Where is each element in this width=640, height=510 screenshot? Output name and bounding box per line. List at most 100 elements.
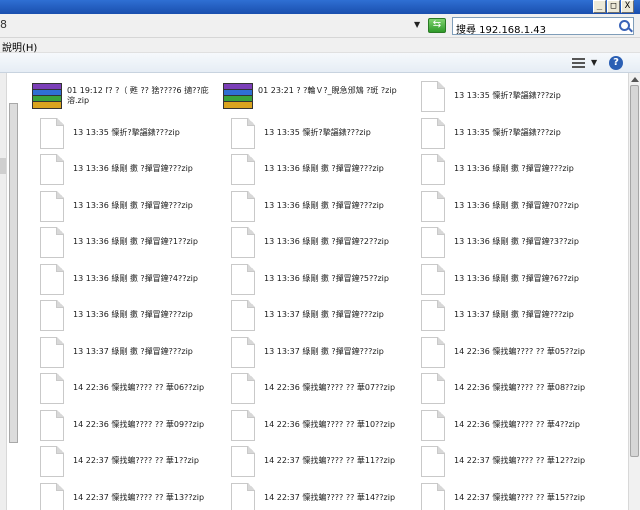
file-icon [231, 373, 255, 404]
file-item[interactable]: 14 22:36 懍找蝙???? ?? 華06??zip [40, 373, 230, 407]
file-name: 13 13:37 綠剛 擻 ?撣冒鍷???zip [264, 310, 384, 319]
title-bar: _ □ X [0, 0, 640, 14]
file-item[interactable]: 14 22:37 懍找蝙???? ?? 華12??zip [421, 446, 611, 480]
menu-help[interactable]: 說明(H) [2, 39, 37, 54]
file-name: 14 22:37 懍找蝙???? ?? 華15??zip [454, 492, 586, 502]
file-name: 13 13:36 綠剛 擻 ?撣冒鍷?5??zip [264, 273, 389, 283]
file-item[interactable]: 13 13:35 懍折?摯諨錶???zip [40, 117, 230, 152]
help-icon[interactable]: ? [609, 56, 623, 70]
file-name: 14 22:36 懍找蝙???? ?? 華05??zip [454, 346, 586, 356]
file-name: 14 22:36 懍找蝙???? ?? 華4??zip [454, 419, 580, 429]
file-name: 13 13:35 懍折?摯諨錶???zip [454, 91, 561, 100]
command-bar: ▼ ? [0, 53, 640, 73]
file-item[interactable]: 13 13:36 綠剛 擻 ?撣冒鍷?0??zip [421, 190, 611, 225]
file-name: 14 22:37 懍找蝙???? ?? 華13??zip [73, 492, 205, 502]
file-item[interactable]: 13 13:36 綠剛 擻 ?撣冒鍷???zip [231, 154, 421, 188]
minimize-button[interactable]: _ [593, 0, 606, 13]
rar-archive-icon [223, 83, 253, 109]
scroll-up-icon[interactable] [631, 77, 639, 82]
close-button[interactable]: X [621, 0, 634, 13]
file-icon [231, 190, 255, 222]
file-icon [421, 446, 445, 477]
file-item[interactable]: 14 22:37 懍找蝙???? ?? 華11??zip [231, 446, 421, 480]
file-name: 13 13:36 綠剛 擻 ?撣冒鍷?6??zip [454, 273, 579, 283]
file-item[interactable]: 13 13:36 綠剛 擻 ?撣冒鍷???zip [231, 190, 421, 225]
pane-scrollbar-thumb[interactable] [9, 103, 18, 443]
file-icon [40, 154, 64, 185]
file-item[interactable]: 14 22:37 懍找蝙???? ?? 華15??zip [421, 482, 611, 510]
address-dropdown-icon[interactable]: ▼ [414, 20, 420, 29]
file-icon [421, 154, 445, 185]
file-name: 13 13:36 綠剛 擻 ?撣冒鍷?0??zip [454, 200, 579, 210]
file-icon [231, 263, 255, 295]
file-name: 13 13:35 懍折?摯諨錶???zip [264, 127, 371, 137]
file-item[interactable]: 13 13:35 懍折?摯諨錶???zip [421, 117, 611, 152]
file-icon [231, 446, 255, 477]
file-item[interactable]: 13 13:36 綠剛 擻 ?撣冒鍷???zip [40, 300, 230, 334]
file-item[interactable]: 13 13:37 綠剛 擻 ?撣冒鍷???zip [231, 300, 421, 334]
file-item[interactable]: 13 13:36 綠剛 擻 ?撣冒鍷???zip [421, 154, 611, 188]
file-item[interactable]: 13 13:37 綠剛 擻 ?撣冒鍷???zip [231, 336, 421, 371]
file-icon [421, 336, 445, 368]
file-icon [40, 300, 64, 331]
search-icon[interactable] [619, 20, 630, 31]
menu-bar: 說明(H) [0, 38, 640, 54]
file-item[interactable]: 13 13:36 綠剛 擻 ?撣冒鍷???zip [40, 190, 230, 225]
file-item[interactable]: 14 22:36 懍找蝙???? ?? 華08??zip [421, 373, 611, 407]
file-item[interactable]: 14 22:36 懍找蝙???? ?? 華09??zip [40, 409, 230, 444]
file-icon [40, 117, 64, 149]
address-bar: 8 ▼ ⇆ [0, 14, 640, 38]
file-name: 13 13:37 綠剛 擻 ?撣冒鍷???zip [73, 346, 193, 356]
file-icon [421, 227, 445, 258]
file-icon [40, 190, 64, 222]
file-icon [421, 300, 445, 331]
file-item[interactable]: 14 22:36 懍找蝙???? ?? 華05??zip [421, 336, 611, 371]
file-icon [421, 117, 445, 149]
file-name: 14 22:37 懍找蝙???? ?? 華12??zip [454, 456, 586, 465]
vertical-scrollbar-thumb[interactable] [630, 85, 639, 457]
address-text[interactable]: 8 [0, 18, 7, 31]
file-name: 13 13:37 綠剛 擻 ?撣冒鍷???zip [264, 346, 384, 356]
vertical-scrollbar[interactable] [628, 73, 640, 510]
file-name: 13 13:36 綠剛 擻 ?撣冒鍷???zip [264, 164, 384, 173]
pane-scrollbar[interactable] [6, 73, 20, 510]
file-name: 13 13:36 綠剛 擻 ?撣冒鍷?4??zip [73, 273, 198, 283]
file-icon [421, 482, 445, 510]
file-item[interactable]: 14 22:37 懍找蝙???? ?? 華14??zip [231, 482, 421, 510]
file-name: 13 13:36 綠剛 擻 ?撣冒鍷?3??zip [454, 237, 579, 246]
file-item[interactable]: 13 13:35 懍折?摯諨錶???zip [231, 117, 421, 152]
file-name: 13 13:36 綠剛 擻 ?撣冒鍷???zip [73, 310, 193, 319]
file-item[interactable]: 13 13:36 綠剛 擻 ?撣冒鍷???zip [40, 154, 230, 188]
maximize-button[interactable]: □ [607, 0, 620, 13]
file-icon [40, 409, 64, 441]
file-item[interactable]: 13 13:37 綠剛 擻 ?撣冒鍷???zip [40, 336, 230, 371]
file-item[interactable]: 13 13:36 綠剛 擻 ?撣冒鍷?2??zip [231, 227, 421, 261]
file-item[interactable]: 14 22:37 懍找蝙???? ?? 華1??zip [40, 446, 230, 480]
file-name: 14 22:36 懍找蝙???? ?? 華10??zip [264, 419, 396, 429]
file-item[interactable]: 13 13:36 綠剛 擻 ?撣冒鍷?3??zip [421, 227, 611, 261]
file-item[interactable]: 13 13:36 綠剛 擻 ?撣冒鍷?5??zip [231, 263, 421, 298]
file-name: 14 22:37 懍找蝙???? ?? 華14??zip [264, 492, 396, 502]
search-input[interactable] [453, 20, 613, 37]
file-item[interactable]: 01 19:12 ľ? ?（ 甦 ?? 猞????6 擿??庇溶.zip [32, 81, 222, 115]
file-item[interactable]: 01 23:21 ? ?輪Ｖ?_睍急邠鴆 ?斑 ?zip [223, 81, 413, 115]
file-item[interactable]: 14 22:36 懍找蝙???? ?? 華4??zip [421, 409, 611, 444]
file-item[interactable]: 13 13:36 綠剛 擻 ?撣冒鍷?1??zip [40, 227, 230, 261]
file-item[interactable]: 13 13:36 綠剛 擻 ?撣冒鍷?6??zip [421, 263, 611, 298]
file-icon [40, 263, 64, 295]
file-item[interactable]: 13 13:36 綠剛 擻 ?撣冒鍷?4??zip [40, 263, 230, 298]
views-dropdown-icon[interactable]: ▼ [591, 58, 597, 67]
file-name: 14 22:36 懍找蝙???? ?? 華06??zip [73, 383, 205, 392]
file-name: 13 13:36 綠剛 擻 ?撣冒鍷???zip [454, 164, 574, 173]
file-name: 13 13:35 懍折?摯諨錶???zip [454, 127, 561, 137]
file-item[interactable]: 14 22:37 懍找蝙???? ?? 華13??zip [40, 482, 230, 510]
file-item[interactable]: 14 22:36 懍找蝙???? ?? 華07??zip [231, 373, 421, 407]
views-icon[interactable] [572, 58, 585, 69]
file-icon [40, 373, 64, 404]
file-item[interactable]: 13 13:35 懍折?摯諨錶???zip [421, 81, 611, 115]
file-item[interactable]: 13 13:37 綠剛 擻 ?撣冒鍷???zip [421, 300, 611, 334]
go-arrow-button[interactable]: ⇆ [428, 18, 446, 33]
file-item[interactable]: 14 22:36 懍找蝙???? ?? 華10??zip [231, 409, 421, 444]
file-name: 01 19:12 ľ? ?（ 甦 ?? 猞????6 擿??庇溶.zip [67, 86, 209, 105]
file-icon [231, 300, 255, 331]
